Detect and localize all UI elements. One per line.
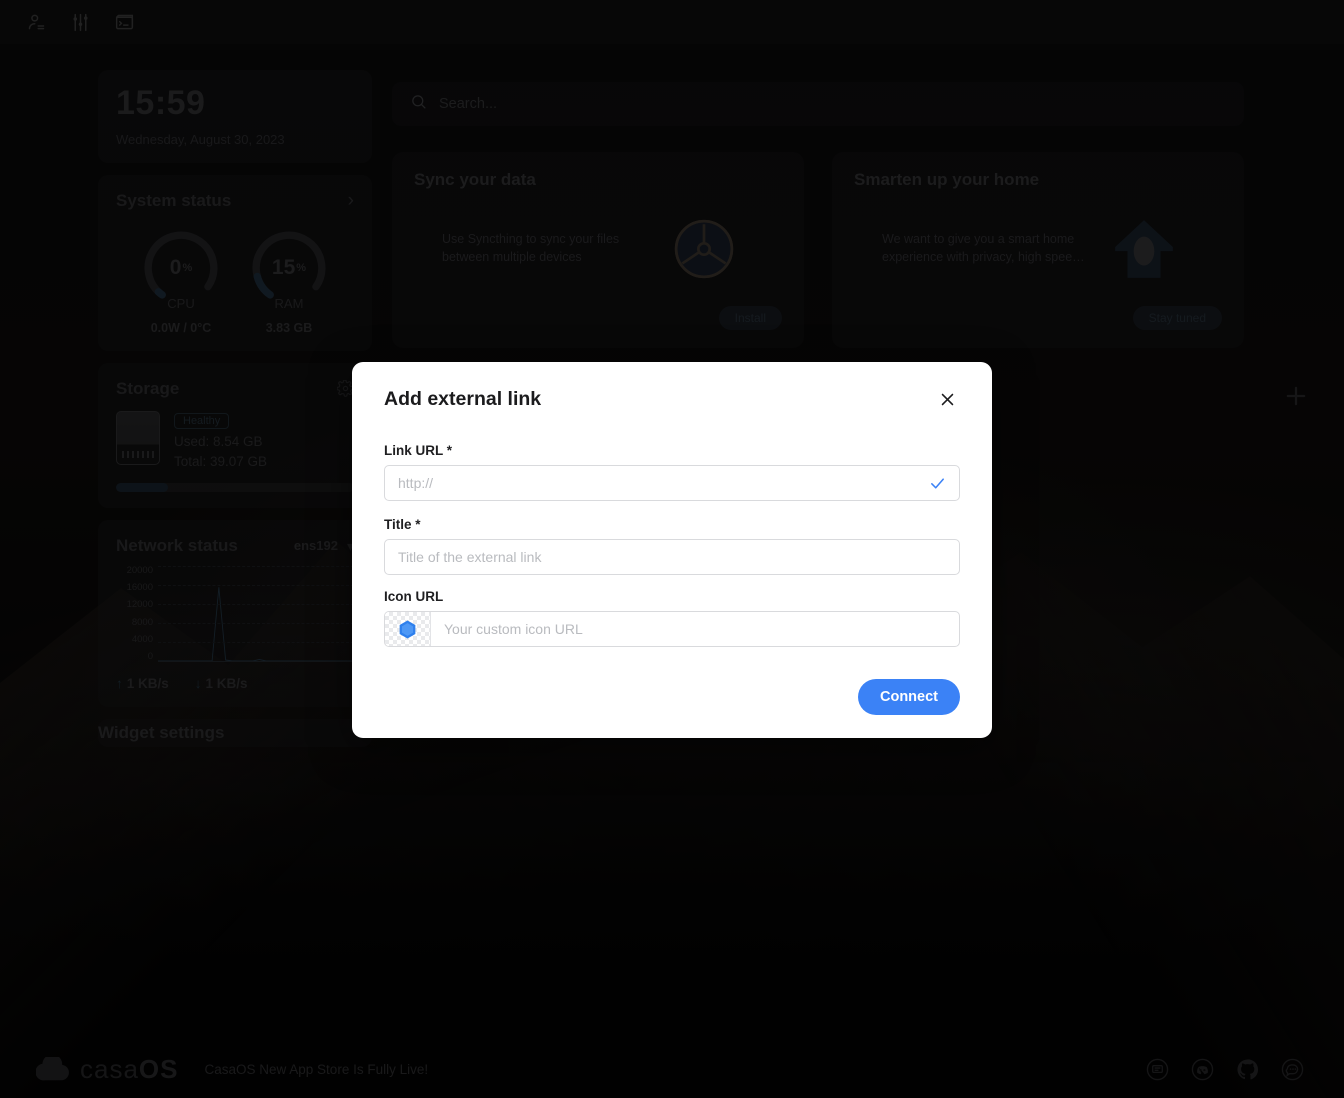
link-url-label-text: Link URL — [384, 443, 444, 458]
link-url-input-wrap[interactable] — [384, 465, 960, 501]
icon-url-label-text: Icon URL — [384, 589, 444, 604]
title-input[interactable] — [398, 549, 946, 565]
title-input-wrap[interactable] — [384, 539, 960, 575]
title-label-text: Title — [384, 517, 412, 532]
icon-url-field-group: Icon URL — [384, 589, 960, 647]
icon-url-input-wrap[interactable] — [384, 611, 960, 647]
icon-url-label: Icon URL — [384, 589, 960, 604]
link-url-required-mark: * — [446, 443, 453, 458]
dialog-footer: Connect — [384, 679, 960, 715]
title-label: Title * — [384, 517, 960, 532]
close-icon[interactable] — [934, 386, 960, 412]
connect-button[interactable]: Connect — [858, 679, 960, 715]
title-required-mark: * — [415, 517, 421, 532]
checkmark-icon — [929, 475, 946, 492]
link-url-label: Link URL * — [384, 443, 960, 458]
icon-url-input[interactable] — [431, 621, 959, 637]
link-url-field-group: Link URL * — [384, 443, 960, 501]
title-field-group: Title * — [384, 517, 960, 575]
dialog-header: Add external link — [384, 362, 960, 412]
dialog-title: Add external link — [384, 387, 542, 410]
link-url-input[interactable] — [398, 475, 929, 491]
add-external-link-dialog: Add external link Link URL * Title * — [352, 362, 992, 738]
hexagon-icon[interactable] — [385, 612, 431, 646]
